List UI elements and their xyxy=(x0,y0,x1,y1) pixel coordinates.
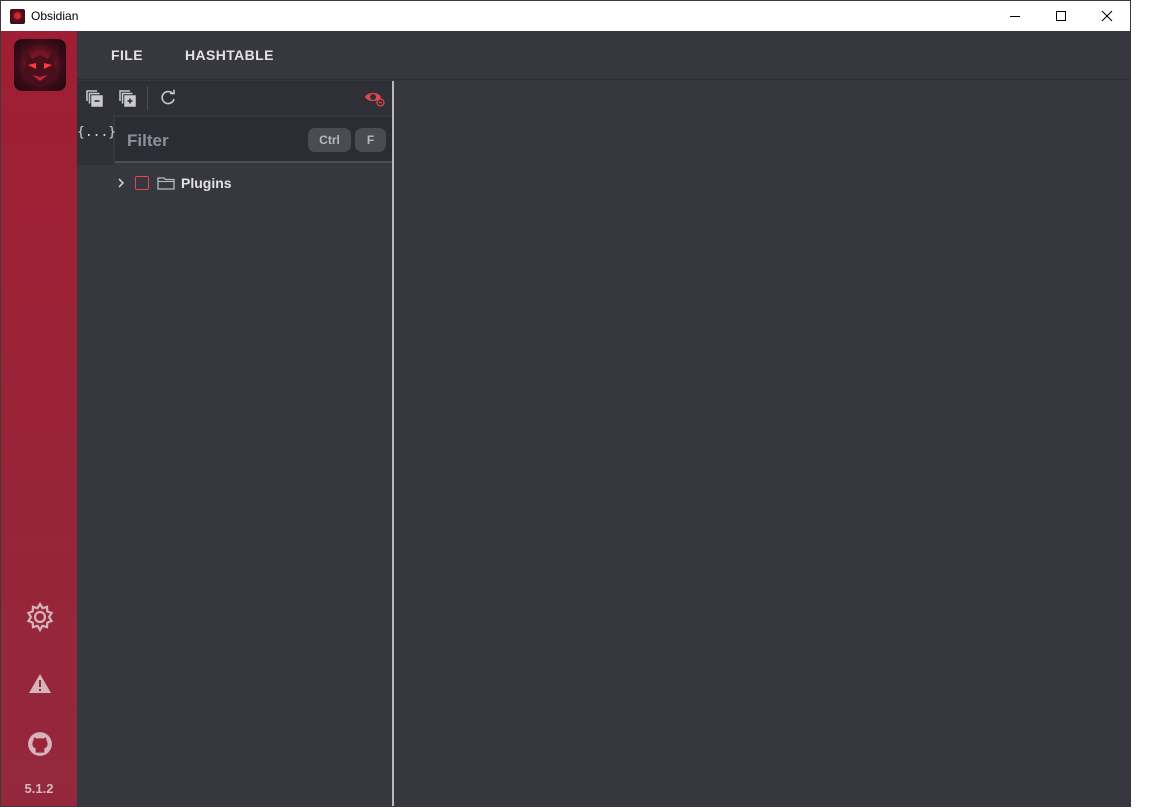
visibility-icon xyxy=(365,92,385,107)
menu-bar: FILE HASHTABLE xyxy=(77,31,1130,80)
filter-input[interactable] xyxy=(125,127,299,155)
app-icon xyxy=(10,8,25,24)
menu-file[interactable]: FILE xyxy=(111,47,143,63)
close-icon xyxy=(1101,10,1113,22)
expand-all-button[interactable] xyxy=(115,86,139,110)
tree-item-label: Plugins xyxy=(181,175,232,191)
minimize-button[interactable] xyxy=(992,1,1038,31)
demon-logo-icon xyxy=(22,45,58,87)
filter-box: Ctrl F xyxy=(115,117,392,163)
refresh-icon xyxy=(161,89,175,105)
tree-item-checkbox[interactable] xyxy=(135,176,149,190)
version-label: 5.1.2 xyxy=(24,781,54,796)
app-logo[interactable] xyxy=(14,39,66,91)
window-controls xyxy=(992,1,1130,31)
settings-button[interactable] xyxy=(24,601,56,633)
warning-icon xyxy=(29,674,51,693)
main-content-area xyxy=(394,81,1130,806)
toolbar-divider xyxy=(147,86,148,110)
explorer-panel: {...} Ctrl F Plugins xyxy=(77,81,394,806)
github-icon xyxy=(28,732,52,756)
maximize-button[interactable] xyxy=(1038,1,1084,31)
chevron-right-icon[interactable] xyxy=(113,177,129,189)
app-window: Obsidian 5.1.2 FILE HASHTABLE {...} Filt… xyxy=(0,0,1131,807)
github-button[interactable] xyxy=(24,728,56,760)
gear-icon xyxy=(26,601,54,633)
menu-hashtable[interactable]: HASHTABLE xyxy=(185,47,274,63)
braces-toggle[interactable]: {...} xyxy=(77,115,116,165)
explorer-toolbar xyxy=(77,81,392,115)
visibility-toggle-button[interactable] xyxy=(363,86,387,110)
refresh-button[interactable] xyxy=(156,86,180,110)
tree-item-plugins[interactable]: Plugins xyxy=(113,172,232,194)
title-bar[interactable]: Obsidian xyxy=(1,1,1130,31)
shortcut-key-f: F xyxy=(355,128,386,152)
shortcut-key-ctrl: Ctrl xyxy=(308,128,351,152)
left-sidebar: 5.1.2 xyxy=(1,31,77,806)
minimize-icon xyxy=(1010,16,1020,17)
folder-icon xyxy=(157,176,175,190)
close-button[interactable] xyxy=(1084,1,1130,31)
window-title: Obsidian xyxy=(31,9,79,23)
collapse-all-button[interactable] xyxy=(82,86,106,110)
warnings-button[interactable] xyxy=(24,668,56,700)
maximize-icon xyxy=(1056,11,1066,21)
expand-all-icon xyxy=(119,90,136,107)
collapse-all-icon xyxy=(86,90,103,107)
